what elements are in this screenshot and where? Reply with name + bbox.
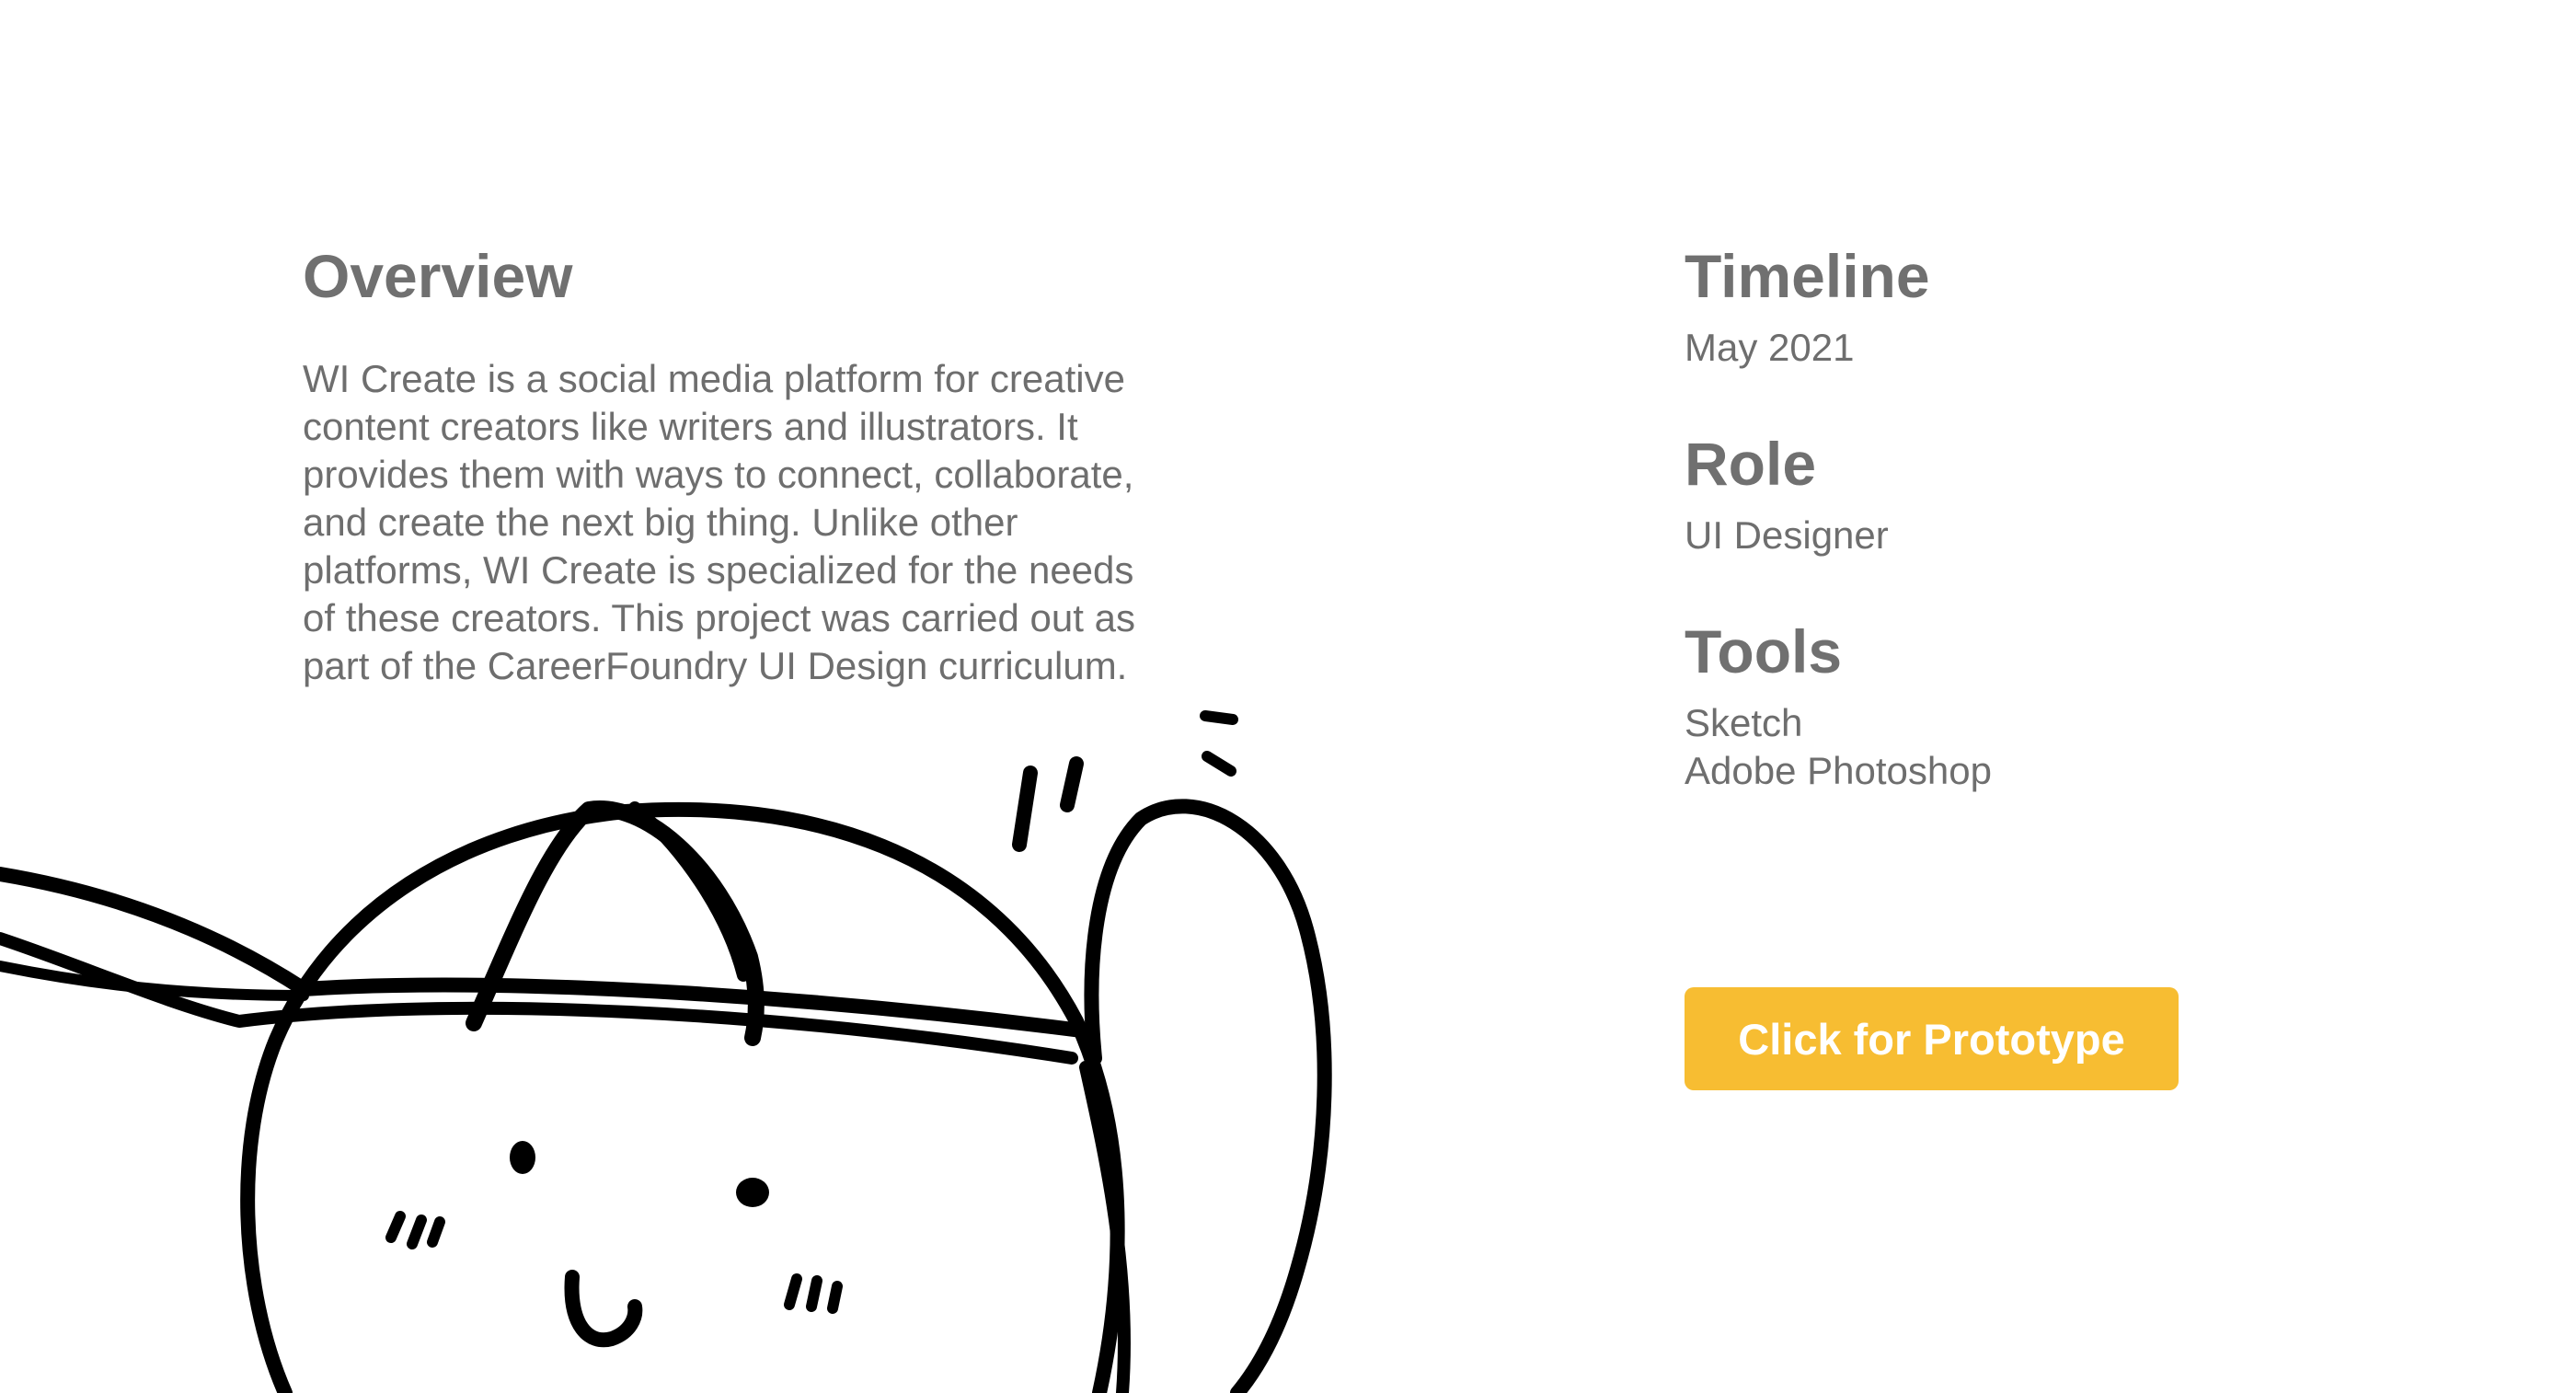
timeline-value: May 2021 <box>1685 326 1855 369</box>
tools-heading: Tools <box>1685 617 1843 685</box>
tools-group: Tools Sketch Adobe Photoshop <box>1685 613 2329 800</box>
prototype-button[interactable]: Click for Prototype <box>1685 987 2179 1090</box>
role-group: Role UI Designer <box>1685 425 2329 613</box>
tool-item: Sketch <box>1685 701 1803 744</box>
overview-section: Overview WI Create is a social media pla… <box>303 237 1167 690</box>
tool-item: Adobe Photoshop <box>1685 749 1992 792</box>
role-value: UI Designer <box>1685 513 1889 557</box>
overview-heading: Overview <box>303 242 573 310</box>
role-heading: Role <box>1685 430 1817 498</box>
tools-list: Sketch Adobe Photoshop <box>1685 699 2329 795</box>
project-details: Timeline May 2021 Role UI Designer Tools… <box>1685 237 2329 800</box>
timeline-heading: Timeline <box>1685 242 1930 310</box>
overview-description: WI Create is a social media platform for… <box>303 357 1135 687</box>
timeline-group: Timeline May 2021 <box>1685 237 2329 425</box>
